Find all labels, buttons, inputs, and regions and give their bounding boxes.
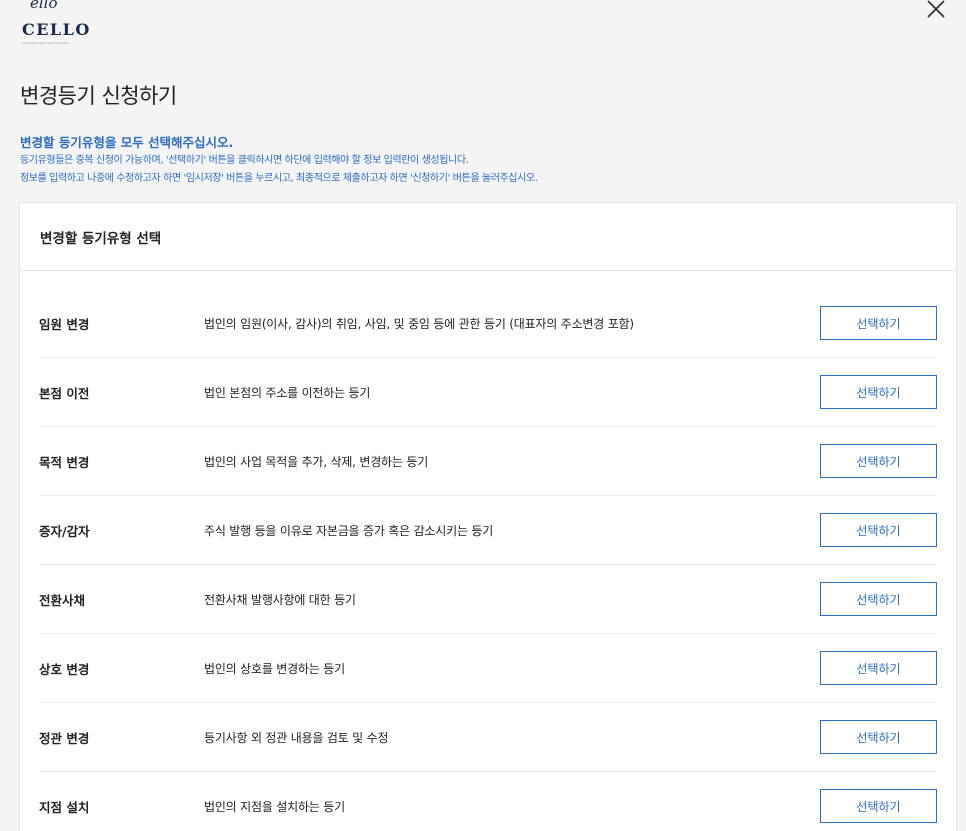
page-title: 변경등기 신청하기 bbox=[20, 84, 177, 108]
row-name: 정관 변경 bbox=[39, 730, 90, 746]
registration-row-capital-change: 증자/감자 주식 발행 등을 이유로 자본금을 증가 혹은 감소시키는 등기 선… bbox=[39, 496, 937, 565]
registration-type-panel: 변경할 등기유형 선택 임원 변경 법인의 임원(이사, 감사)의 취임, 사임… bbox=[19, 202, 957, 831]
row-name: 증자/감자 bbox=[39, 523, 90, 539]
registration-row-articles-change: 정관 변경 등기사항 외 정관 내용을 검토 및 수정 선택하기 bbox=[39, 703, 937, 772]
logo-word: CELLO bbox=[22, 20, 91, 39]
registration-row-purpose-change: 목적 변경 법인의 사업 목적을 추가, 삭제, 변경하는 등기 선택하기 bbox=[39, 427, 937, 496]
notice-line-1: 등기유형들은 중복 신청이 가능하며, '선택하기' 버튼을 클릭하시면 하단에… bbox=[20, 155, 469, 166]
row-description: 법인의 상호를 변경하는 등기 bbox=[204, 661, 345, 676]
registration-row-branch-establishment: 지점 설치 법인의 지점을 설치하는 등기 선택하기 bbox=[39, 772, 937, 831]
select-button-purpose-change[interactable]: 선택하기 bbox=[820, 444, 937, 478]
panel-header: 변경할 등기유형 선택 bbox=[20, 203, 956, 271]
logo-script: ello bbox=[30, 0, 58, 12]
registration-row-head-office-relocation: 본점 이전 법인 본점의 주소를 이전하는 등기 선택하기 bbox=[39, 358, 937, 427]
close-button[interactable] bbox=[924, 0, 948, 20]
close-icon bbox=[927, 0, 945, 18]
notice-line-2: 정보를 입력하고 나중에 수정하고자 하면 '임시저장' 버튼을 누르시고, 최… bbox=[20, 173, 538, 184]
select-button-convertible-bond[interactable]: 선택하기 bbox=[820, 582, 937, 616]
logo-tagline: Corporate Legal Service Center bbox=[22, 41, 70, 45]
row-description: 법인의 사업 목적을 추가, 삭제, 변경하는 등기 bbox=[204, 454, 429, 469]
panel-title: 변경할 등기유형 선택 bbox=[40, 230, 162, 247]
row-description: 등기사항 외 정관 내용을 검토 및 수정 bbox=[204, 730, 389, 745]
select-button-articles-change[interactable]: 선택하기 bbox=[820, 720, 937, 754]
row-name: 목적 변경 bbox=[39, 454, 90, 470]
select-button-officer-change[interactable]: 선택하기 bbox=[820, 306, 937, 340]
page: ello CELLO Corporate Legal Service Cente… bbox=[0, 0, 966, 831]
row-description: 전환사채 발행사항에 대한 등기 bbox=[204, 592, 356, 607]
row-description: 법인의 임원(이사, 감사)의 취임, 사임, 및 중임 등에 관한 등기 (대… bbox=[204, 316, 634, 331]
select-button-branch-establishment[interactable]: 선택하기 bbox=[820, 789, 937, 823]
registration-row-officer-change: 임원 변경 법인의 임원(이사, 감사)의 취임, 사임, 및 중임 등에 관한… bbox=[39, 289, 937, 358]
registration-row-trade-name-change: 상호 변경 법인의 상호를 변경하는 등기 선택하기 bbox=[39, 634, 937, 703]
row-description: 법인의 지점을 설치하는 등기 bbox=[204, 799, 345, 814]
notice: 변경할 등기유형을 모두 선택해주십시오. 등기유형들은 중복 신청이 가능하며… bbox=[20, 134, 538, 188]
registration-row-convertible-bond: 전환사채 전환사채 발행사항에 대한 등기 선택하기 bbox=[39, 565, 937, 634]
row-name: 본점 이전 bbox=[39, 385, 90, 401]
registration-type-list: 임원 변경 법인의 임원(이사, 감사)의 취임, 사임, 및 중임 등에 관한… bbox=[20, 289, 956, 831]
select-button-capital-change[interactable]: 선택하기 bbox=[820, 513, 937, 547]
cello-logo[interactable]: ello CELLO Corporate Legal Service Cente… bbox=[22, 0, 102, 50]
row-name: 전환사채 bbox=[39, 592, 86, 608]
select-button-head-office-relocation[interactable]: 선택하기 bbox=[820, 375, 937, 409]
row-name: 임원 변경 bbox=[39, 316, 90, 332]
row-name: 지점 설치 bbox=[39, 799, 90, 815]
select-button-trade-name-change[interactable]: 선택하기 bbox=[820, 651, 937, 685]
row-name: 상호 변경 bbox=[39, 661, 90, 677]
row-description: 법인 본점의 주소를 이전하는 등기 bbox=[204, 385, 371, 400]
row-description: 주식 발행 등을 이유로 자본금을 증가 혹은 감소시키는 등기 bbox=[204, 523, 494, 538]
notice-heading: 변경할 등기유형을 모두 선택해주십시오. bbox=[20, 135, 234, 150]
